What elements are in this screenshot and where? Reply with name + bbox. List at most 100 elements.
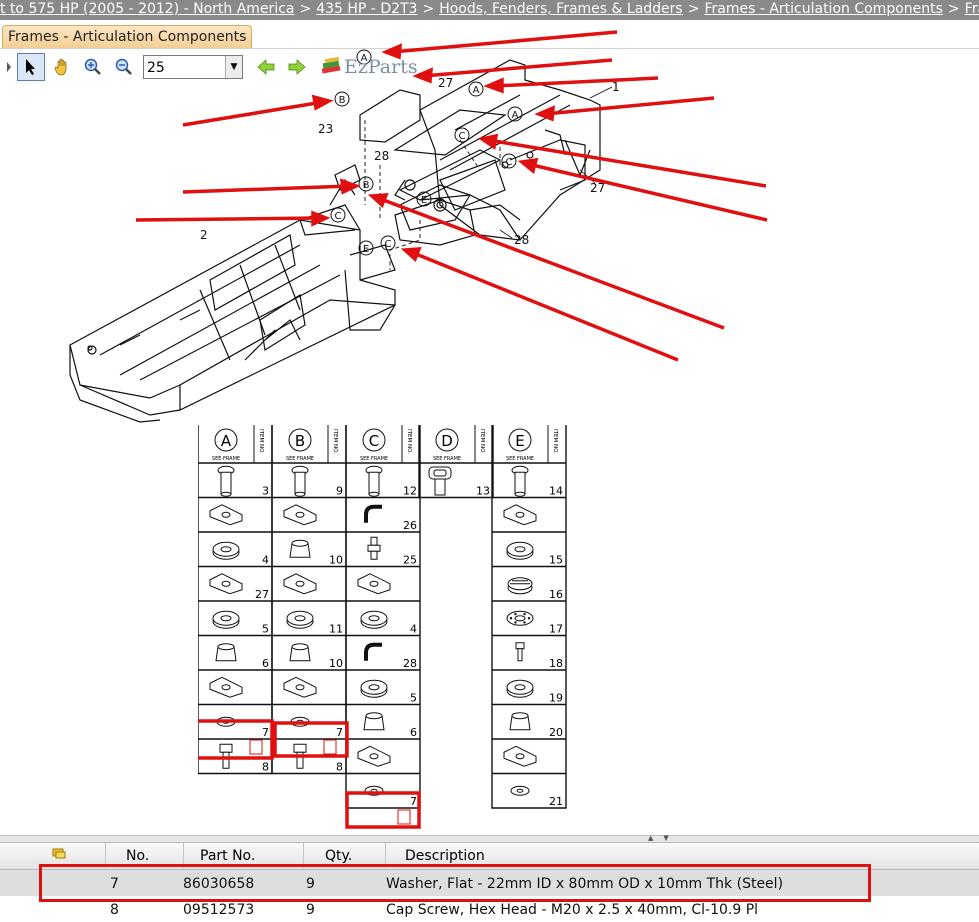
grid-item-number: 5 bbox=[262, 623, 269, 636]
grid-part-cell: 10 bbox=[289, 643, 343, 670]
zoom-level-value: 25 bbox=[147, 60, 165, 76]
grid-column-letter: B bbox=[295, 432, 305, 450]
diagram-viewer[interactable]: A B A A C C B C E E C 1 2 23 27 27 28 28 bbox=[0, 30, 979, 840]
grid-item-number: 12 bbox=[403, 485, 417, 498]
hand-icon bbox=[54, 58, 67, 76]
zoom-in-button[interactable] bbox=[79, 53, 107, 81]
breadcrumb-link-model[interactable]: t to 575 HP (2005 - 2012) - North Americ… bbox=[0, 1, 294, 17]
table-row[interactable]: 8 09512573 9 Cap Screw, Hex Head - M20 x… bbox=[0, 896, 979, 922]
grid-part-cell bbox=[209, 676, 243, 698]
column-header-no[interactable]: No. bbox=[126, 848, 149, 864]
callout-28a: 28 bbox=[374, 149, 389, 163]
breadcrumb-link-engine[interactable]: 435 HP - D2T3 bbox=[316, 1, 417, 17]
row-no: 7 bbox=[110, 876, 119, 892]
splitter-grip-icon[interactable]: ▲▼ bbox=[648, 834, 679, 842]
zoom-in-icon bbox=[84, 58, 101, 75]
see-frame-label: SEE FRAME bbox=[360, 456, 388, 462]
grid-column-letter: E bbox=[515, 432, 524, 450]
pointer-icon bbox=[26, 59, 35, 75]
item-no-label: ITEM NO. bbox=[552, 429, 558, 454]
grid-column-e: E SEE FRAME ITEM NO. 14 15 16 17 18 19 20 21 bbox=[491, 425, 567, 809]
ezparts-logo: EzParts bbox=[320, 56, 418, 78]
cart-icon[interactable] bbox=[52, 847, 66, 863]
grid-part-cell bbox=[283, 676, 317, 698]
grid-item-number: 9 bbox=[336, 485, 343, 498]
grid-item-number: 18 bbox=[549, 657, 563, 670]
zoom-out-button[interactable] bbox=[110, 53, 138, 81]
see-frame-label: SEE FRAME bbox=[433, 456, 461, 462]
next-button[interactable] bbox=[283, 53, 311, 81]
books-icon bbox=[321, 57, 341, 74]
grid-column-c: C SEE FRAME ITEM NO. 12 26 25 4 28 5 6 7 bbox=[345, 425, 421, 809]
grid-part-cell bbox=[283, 573, 317, 595]
grid-item-number: 15 bbox=[549, 554, 563, 567]
breadcrumb-separator: > bbox=[947, 1, 960, 17]
svg-text:C: C bbox=[385, 239, 392, 250]
svg-text:E: E bbox=[421, 195, 427, 206]
grid-item-number: 8 bbox=[336, 761, 343, 774]
zoom-out-icon bbox=[115, 58, 132, 75]
grid-part-cell: 6 bbox=[215, 643, 269, 670]
breadcrumb-link-truncated[interactable]: Fra bbox=[965, 1, 979, 17]
zoom-level-select[interactable]: 25 ▼ bbox=[143, 55, 243, 79]
see-frame-label: SEE FRAME bbox=[286, 456, 314, 462]
row-description: Washer, Flat - 22mm ID x 80mm OD x 10mm … bbox=[386, 876, 784, 892]
grid-part-cell: 19 bbox=[506, 679, 563, 705]
grid-part-cell bbox=[283, 504, 317, 526]
grid-part-cell: 10 bbox=[289, 539, 343, 567]
previous-button[interactable] bbox=[252, 53, 280, 81]
grid-item-number: 16 bbox=[549, 588, 563, 601]
grid-part-cell bbox=[503, 504, 537, 526]
svg-text:C: C bbox=[459, 131, 466, 142]
grid-item-number: 21 bbox=[549, 795, 563, 808]
item-no-label: ITEM NO. bbox=[406, 429, 412, 454]
grid-item-number: 20 bbox=[549, 726, 563, 739]
item-no-label: ITEM NO. bbox=[479, 429, 485, 454]
breadcrumb-separator: > bbox=[687, 1, 700, 17]
breadcrumb-link-hoods[interactable]: Hoods, Fenders, Frames & Ladders bbox=[439, 1, 683, 17]
grid-part-cell: 18 bbox=[515, 642, 563, 670]
grid-item-number: 4 bbox=[262, 554, 269, 567]
column-header-description[interactable]: Description bbox=[405, 848, 485, 864]
column-header-part-no[interactable]: Part No. bbox=[200, 848, 255, 864]
svg-text:B: B bbox=[363, 180, 370, 191]
breadcrumb-link-frames[interactable]: Frames - Articulation Components bbox=[704, 1, 942, 17]
grid-item-number: 7 bbox=[410, 795, 417, 808]
see-frame-label: SEE FRAME bbox=[212, 456, 240, 462]
arrow-left-icon bbox=[257, 59, 275, 75]
pan-tool-button[interactable] bbox=[48, 53, 76, 81]
grid-item-number: 7 bbox=[262, 726, 269, 739]
grid-item-number: 11 bbox=[329, 623, 343, 636]
row-part-no: 86030658 bbox=[183, 876, 255, 892]
callout-28b: 28 bbox=[514, 233, 529, 247]
select-tool-button[interactable] bbox=[17, 53, 45, 81]
logo-text: EzParts bbox=[344, 56, 418, 78]
svg-text:C: C bbox=[506, 157, 513, 168]
grid-part-cell bbox=[357, 573, 391, 595]
svg-text:C: C bbox=[335, 211, 342, 222]
grid-part-cell: 28 bbox=[364, 642, 417, 670]
breadcrumb: t to 575 HP (2005 - 2012) - North Americ… bbox=[0, 0, 979, 20]
grid-column-letter: A bbox=[221, 432, 232, 450]
grid-part-cell: 6 bbox=[363, 712, 417, 739]
svg-text:A: A bbox=[512, 110, 519, 121]
grid-item-number: 25 bbox=[403, 554, 417, 567]
breadcrumb-separator: > bbox=[299, 1, 312, 17]
grid-part-cell: 17 bbox=[506, 610, 563, 636]
table-row[interactable]: 7 86030658 9 Washer, Flat - 22mm ID x 80… bbox=[0, 870, 979, 896]
item-no-label: ITEM NO. bbox=[258, 429, 264, 454]
callout-2: 2 bbox=[200, 228, 208, 242]
chevron-down-icon[interactable]: ▼ bbox=[225, 56, 242, 78]
panel-splitter[interactable]: ▲▼ bbox=[0, 834, 979, 842]
grid-item-number: 13 bbox=[476, 485, 490, 498]
column-header-qty[interactable]: Qty. bbox=[325, 848, 352, 864]
grid-part-cell: 15 bbox=[506, 541, 563, 567]
row-qty: 9 bbox=[306, 902, 315, 918]
grid-item-number: 7 bbox=[336, 726, 343, 739]
grid-part-cell: 11 bbox=[286, 610, 343, 636]
see-frame-label: SEE FRAME bbox=[506, 456, 534, 462]
grid-part-cell: 20 bbox=[509, 712, 563, 739]
grid-part-cell bbox=[357, 745, 391, 767]
row-qty: 9 bbox=[306, 876, 315, 892]
grid-part-cell bbox=[209, 504, 243, 526]
